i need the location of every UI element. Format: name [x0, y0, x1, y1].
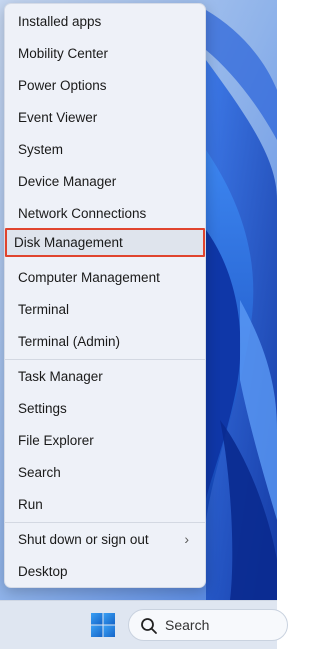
windows-logo-icon	[91, 613, 115, 637]
quick-link-menu: Installed apps Mobility Center Power Opt…	[4, 3, 206, 588]
menu-item-event-viewer[interactable]: Event Viewer	[9, 103, 201, 132]
menu-item-disk-management[interactable]: Disk Management	[5, 228, 205, 257]
menu-item-installed-apps[interactable]: Installed apps	[9, 7, 201, 36]
menu-item-system[interactable]: System	[9, 135, 201, 164]
menu-item-task-manager[interactable]: Task Manager	[9, 362, 201, 391]
menu-item-desktop[interactable]: Desktop	[9, 557, 201, 586]
menu-item-search[interactable]: Search	[9, 458, 201, 487]
start-button[interactable]	[89, 611, 117, 639]
menu-item-shut-down[interactable]: Shut down or sign out ›	[9, 525, 201, 554]
search-placeholder: Search	[165, 617, 210, 633]
menu-item-mobility-center[interactable]: Mobility Center	[9, 39, 201, 68]
menu-item-file-explorer[interactable]: File Explorer	[9, 426, 201, 455]
menu-item-computer-management[interactable]: Computer Management	[9, 263, 201, 292]
menu-item-network-connections[interactable]: Network Connections	[9, 199, 201, 228]
menu-separator	[5, 522, 205, 523]
menu-item-terminal-admin[interactable]: Terminal (Admin)	[9, 327, 201, 356]
menu-item-power-options[interactable]: Power Options	[9, 71, 201, 100]
chevron-right-icon: ›	[184, 531, 189, 547]
menu-item-label: Shut down or sign out	[18, 532, 149, 547]
menu-item-device-manager[interactable]: Device Manager	[9, 167, 201, 196]
menu-separator	[5, 359, 205, 360]
menu-item-settings[interactable]: Settings	[9, 394, 201, 423]
taskbar-search-box[interactable]: Search	[128, 609, 288, 641]
search-icon	[141, 618, 157, 634]
menu-item-terminal[interactable]: Terminal	[9, 295, 201, 324]
menu-item-run[interactable]: Run	[9, 490, 201, 519]
taskbar: Search	[0, 600, 288, 649]
